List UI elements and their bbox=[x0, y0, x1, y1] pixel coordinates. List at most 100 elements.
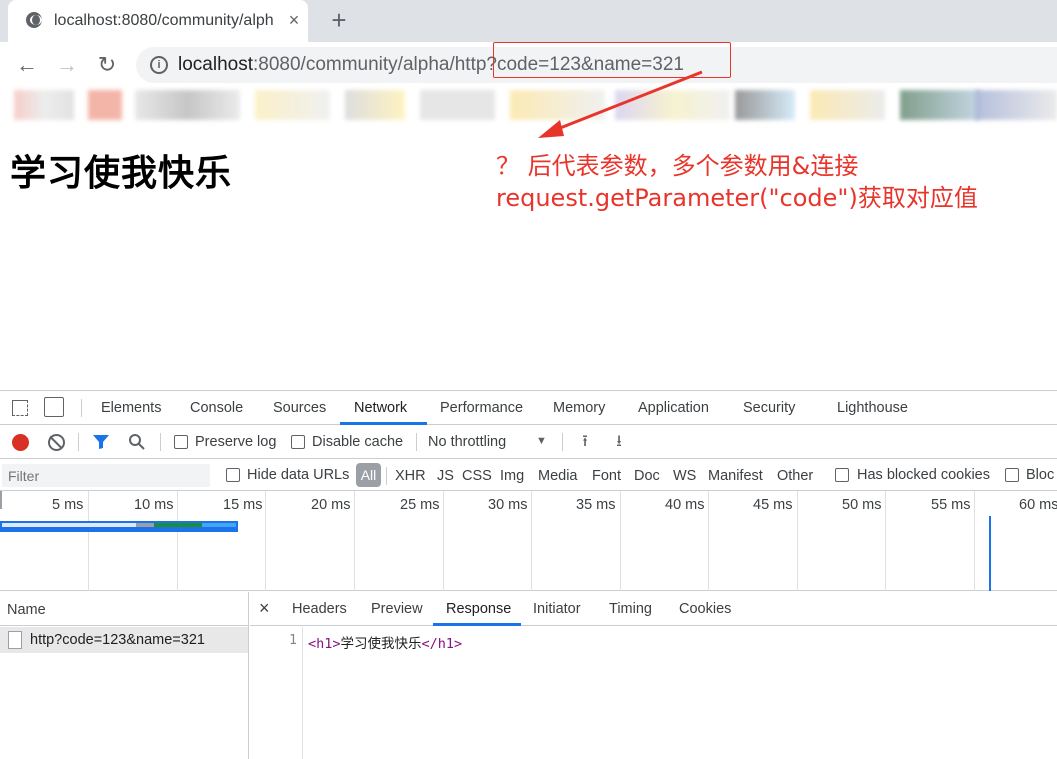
disable-cache-checkbox[interactable] bbox=[291, 435, 305, 449]
divider bbox=[81, 399, 82, 417]
table-row[interactable]: http?code=123&name=321 bbox=[0, 627, 248, 653]
name-header-label: Name bbox=[7, 602, 46, 618]
tab-performance[interactable]: Performance bbox=[440, 400, 523, 416]
tab-headers[interactable]: Headers bbox=[292, 601, 347, 617]
device-toolbar-icon[interactable] bbox=[44, 397, 64, 417]
load-event-marker bbox=[989, 516, 991, 591]
html-open-tag: <h1> bbox=[308, 636, 341, 652]
waterfall-bar-queue bbox=[2, 523, 136, 527]
record-icon[interactable] bbox=[12, 434, 29, 451]
page-heading: 学习使我快乐 bbox=[10, 153, 233, 194]
timeline-tick: 25 ms bbox=[400, 497, 440, 513]
tab-elements[interactable]: Elements bbox=[101, 400, 161, 416]
import-har-icon[interactable]: ⭱ bbox=[577, 434, 593, 450]
tab-application[interactable]: Application bbox=[638, 400, 709, 416]
gridline bbox=[265, 491, 266, 591]
request-detail-pane: × Headers Preview Response Initiator Tim… bbox=[250, 592, 1057, 759]
annotation-arrow bbox=[538, 70, 703, 138]
filter-input[interactable] bbox=[2, 464, 210, 487]
timeline-tick: 15 ms bbox=[223, 497, 263, 513]
hide-data-urls-checkbox[interactable] bbox=[226, 468, 240, 482]
type-filter-js[interactable]: JS bbox=[437, 468, 454, 484]
forward-button[interactable]: → bbox=[53, 51, 81, 79]
type-filter-doc[interactable]: Doc bbox=[634, 468, 660, 484]
waterfall-bar-stalled bbox=[136, 523, 154, 527]
chevron-down-icon[interactable]: ▼ bbox=[536, 435, 547, 447]
url-host: localhost bbox=[178, 54, 253, 75]
bookmark-blur bbox=[420, 90, 495, 120]
type-filter-xhr[interactable]: XHR bbox=[395, 468, 426, 484]
search-icon[interactable] bbox=[128, 433, 146, 451]
timeline-tick: 60 ms bbox=[1019, 497, 1057, 513]
divider bbox=[562, 433, 563, 451]
close-tab-button[interactable]: × bbox=[283, 9, 305, 31]
active-detail-tab-indicator bbox=[433, 623, 521, 626]
has-blocked-cookies-checkbox[interactable] bbox=[835, 468, 849, 482]
devtools-panel: Elements Console Sources Network Perform… bbox=[0, 390, 1057, 759]
timeline-handle[interactable] bbox=[0, 491, 2, 509]
timeline-tick: 10 ms bbox=[134, 497, 174, 513]
tab-response[interactable]: Response bbox=[446, 601, 511, 617]
tab-preview[interactable]: Preview bbox=[371, 601, 423, 617]
timeline-tick: 40 ms bbox=[665, 497, 705, 513]
tab-initiator[interactable]: Initiator bbox=[533, 601, 581, 617]
reload-button[interactable]: ↻ bbox=[93, 51, 121, 79]
waterfall-bar-waiting bbox=[154, 523, 202, 527]
type-filter-ws[interactable]: WS bbox=[673, 468, 696, 484]
timeline-tick: 50 ms bbox=[842, 497, 882, 513]
gridline bbox=[885, 491, 886, 591]
info-icon[interactable]: i bbox=[150, 56, 168, 74]
detail-tab-bar: × Headers Preview Response Initiator Tim… bbox=[250, 592, 1057, 626]
disable-cache-label: Disable cache bbox=[312, 434, 404, 450]
annotation-line-1: ？ 后代表参数，多个参数用&连接 bbox=[496, 152, 859, 180]
annotation-line-2: request.getParameter("code")获取对应值 bbox=[496, 184, 978, 212]
tab-security[interactable]: Security bbox=[743, 400, 795, 416]
bookmark-blur bbox=[255, 90, 330, 120]
type-filter-media[interactable]: Media bbox=[538, 468, 578, 484]
export-har-icon[interactable]: ⭳ bbox=[611, 434, 627, 450]
html-close-tag: </h1> bbox=[421, 636, 463, 652]
gridline bbox=[797, 491, 798, 591]
tab-memory[interactable]: Memory bbox=[553, 400, 605, 416]
timeline-tick: 55 ms bbox=[931, 497, 971, 513]
throttling-select[interactable]: No throttling bbox=[428, 434, 506, 450]
request-split-view: Name http?code=123&name=321 × Headers Pr… bbox=[0, 592, 1057, 759]
tab-sources[interactable]: Sources bbox=[273, 400, 326, 416]
inspect-element-icon[interactable] bbox=[12, 400, 28, 416]
tab-network[interactable]: Network bbox=[354, 400, 407, 416]
browser-tab[interactable]: localhost:8080/community/alpha/http?code… bbox=[8, 0, 308, 42]
type-filter-other[interactable]: Other bbox=[777, 468, 813, 484]
response-text: 学习使我快乐 bbox=[340, 636, 422, 652]
name-column-header[interactable]: Name bbox=[0, 592, 249, 626]
tab-lighthouse[interactable]: Lighthouse bbox=[837, 400, 908, 416]
active-tab-indicator bbox=[340, 422, 427, 425]
document-icon bbox=[8, 631, 22, 649]
network-overview-timeline[interactable]: 5 ms 10 ms 15 ms 20 ms 25 ms 30 ms 35 ms… bbox=[0, 491, 1057, 591]
filter-icon[interactable] bbox=[92, 434, 110, 450]
tab-timing[interactable]: Timing bbox=[609, 601, 652, 617]
clear-icon[interactable] bbox=[48, 434, 65, 451]
line-number-gutter: 1 bbox=[250, 627, 303, 759]
blocked-requests-checkbox[interactable] bbox=[1005, 468, 1019, 482]
close-icon[interactable]: × bbox=[259, 598, 270, 619]
new-tab-button[interactable]: + bbox=[326, 7, 352, 33]
tab-cookies[interactable]: Cookies bbox=[679, 601, 731, 617]
request-list: Name http?code=123&name=321 bbox=[0, 592, 249, 759]
tab-console[interactable]: Console bbox=[190, 400, 243, 416]
tab-title: localhost:8080/community/alpha/http?code… bbox=[54, 12, 274, 29]
type-filter-font[interactable]: Font bbox=[592, 468, 621, 484]
type-filter-all[interactable]: All bbox=[356, 463, 381, 487]
divider bbox=[78, 433, 79, 451]
preserve-log-checkbox[interactable] bbox=[174, 435, 188, 449]
globe-icon bbox=[26, 12, 42, 28]
type-filter-css[interactable]: CSS bbox=[462, 468, 492, 484]
timeline-tick: 35 ms bbox=[576, 497, 616, 513]
response-code-line[interactable]: <h1>学习使我快乐</h1> bbox=[308, 632, 462, 652]
type-filter-manifest[interactable]: Manifest bbox=[708, 468, 763, 484]
divider bbox=[416, 433, 417, 451]
timeline-tick: 30 ms bbox=[488, 497, 528, 513]
gridline bbox=[443, 491, 444, 591]
type-filter-img[interactable]: Img bbox=[500, 468, 524, 484]
blocked-requests-label: Bloc bbox=[1026, 467, 1055, 483]
back-button[interactable]: ← bbox=[13, 51, 41, 79]
